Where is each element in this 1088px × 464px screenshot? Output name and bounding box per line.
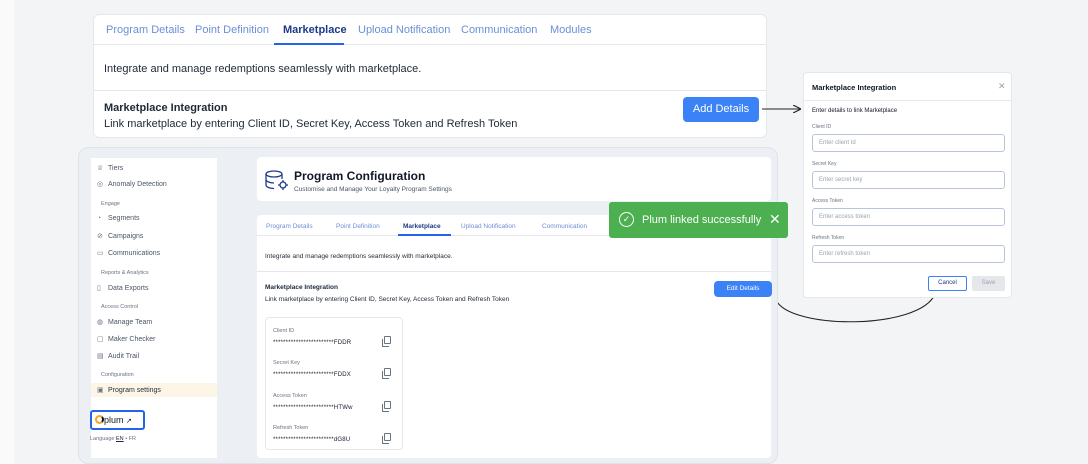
- plum-brand-link[interactable]: plum ↗: [90, 410, 145, 430]
- cancel-button[interactable]: Cancel: [928, 276, 967, 291]
- access-token-value: ************************HTWw: [273, 405, 353, 411]
- inner-divider: [257, 271, 771, 272]
- trophy-icon: ♕: [97, 165, 104, 172]
- inner-tab-program-details[interactable]: Program Details: [266, 223, 313, 230]
- modal-divider: [804, 100, 1011, 101]
- page-subtitle: Customise and Manage Your Loyalty Progra…: [294, 186, 452, 193]
- sidebar-item-audit-trail[interactable]: ▤ Audit Trail: [97, 352, 139, 360]
- secret-key-label: Secret Key: [273, 360, 300, 366]
- sidebar-group-engage: Engage: [101, 201, 120, 207]
- modal-description: Enter details to link Marketplace: [812, 108, 898, 114]
- sidebar-item-manage-team[interactable]: ◍ Manage Team: [97, 318, 152, 326]
- sidebar-item-anomaly-detection[interactable]: ◎ Anomaly Detection: [97, 180, 167, 188]
- sidebar-item-tiers[interactable]: ♕ Tiers: [97, 164, 123, 172]
- toast-message: Plum linked successfully: [642, 214, 762, 226]
- client-id-field-label: Client ID: [812, 124, 832, 130]
- inner-tab-communication[interactable]: Communication: [542, 223, 587, 230]
- modal-title: Marketplace Integration: [812, 83, 897, 92]
- sidebar-group-configuration: Configuration: [101, 372, 134, 378]
- inner-tab-upload-notification[interactable]: Upload Notification: [461, 223, 516, 230]
- refresh-token-label: Refresh Token: [273, 425, 309, 431]
- credentials-box: Client ID ************************FDDR S…: [265, 317, 403, 450]
- refresh-token-field-label: Refresh Token: [812, 235, 845, 241]
- chat-icon: ▭: [97, 250, 104, 257]
- inner-section-subtitle: Link marketplace by entering Client ID, …: [265, 296, 510, 303]
- sidebar-group-reports: Reports & Analytics: [101, 270, 149, 276]
- sidebar-item-segments[interactable]: ◔ Segments: [97, 215, 140, 222]
- audit-icon: ▤: [97, 353, 104, 360]
- sidebar-item-communications[interactable]: ▭ Communications: [97, 249, 160, 257]
- marketplace-card: Program Details Point Definition Marketp…: [257, 215, 772, 458]
- save-button[interactable]: Save: [972, 276, 1005, 291]
- copy-client-id-icon[interactable]: [382, 336, 391, 347]
- megaphone-icon: ⊘: [97, 233, 103, 240]
- secret-key-input[interactable]: Enter secret key: [812, 171, 1005, 189]
- copy-refresh-token-icon[interactable]: [382, 433, 391, 444]
- modal-close-icon[interactable]: ✕: [998, 81, 1006, 92]
- language-en[interactable]: EN: [116, 436, 124, 442]
- segments-icon: ◔: [97, 215, 102, 222]
- access-token-input[interactable]: Enter access token: [812, 208, 1005, 226]
- inner-section-title: Marketplace Integration: [265, 284, 338, 291]
- secret-key-value: ************************FDDX: [273, 372, 351, 378]
- sidebar-item-maker-checker[interactable]: ▢ Maker Checker: [97, 335, 155, 343]
- client-id-value: ************************FDDR: [273, 340, 352, 346]
- access-token-field-label: Access Token: [812, 198, 843, 204]
- file-icon: ▯: [97, 285, 101, 292]
- external-link-icon: ↗: [126, 418, 132, 425]
- copy-secret-key-icon[interactable]: [382, 368, 391, 379]
- sidebar-item-program-settings[interactable]: ▣ Program settings: [91, 383, 217, 397]
- sidebar-item-data-exports[interactable]: ▯ Data Exports: [97, 284, 148, 292]
- sidebar-item-campaigns[interactable]: ⊘ Campaigns: [97, 232, 143, 240]
- plum-logo-icon: [95, 415, 104, 424]
- page-title: Program Configuration: [294, 169, 426, 183]
- inner-tab-marketplace[interactable]: Marketplace: [403, 223, 441, 230]
- page-header: Program Configuration Customise and Mana…: [257, 157, 771, 201]
- check-circle-icon: ✓: [619, 212, 634, 227]
- refresh-token-input[interactable]: Enter refresh token: [812, 245, 1005, 263]
- inner-intro-text: Integrate and manage redemptions seamles…: [265, 253, 453, 260]
- sidebar-group-access-control: Access Control: [101, 304, 138, 310]
- team-icon: ◍: [97, 319, 104, 326]
- client-id-input[interactable]: Enter client Id: [812, 134, 1005, 152]
- inner-active-tab-indicator: [398, 234, 451, 236]
- toast-close-icon[interactable]: ✕: [769, 211, 781, 228]
- inner-tab-point-definition[interactable]: Point Definition: [336, 223, 380, 230]
- copy-access-token-icon[interactable]: [382, 401, 391, 412]
- access-token-label: Access Token: [273, 393, 307, 399]
- language-switcher: Language EN • FR: [90, 436, 136, 442]
- checker-icon: ▢: [97, 336, 104, 343]
- database-gear-icon: [265, 170, 288, 190]
- secret-key-field-label: Secret Key: [812, 161, 837, 167]
- app-screen: ♕ Tiers ◎ Anomaly Detection Engage ◔ Segmen…: [78, 147, 778, 464]
- language-fr[interactable]: FR: [129, 436, 136, 442]
- marketplace-integration-modal: Marketplace Integration ✕ Enter details …: [803, 72, 1012, 298]
- refresh-token-value: ************************dG8U: [273, 437, 351, 443]
- client-id-label: Client ID: [273, 328, 295, 334]
- edit-details-button[interactable]: Edit Details: [714, 281, 772, 297]
- settings-icon: ▣: [97, 387, 104, 394]
- radar-icon: ◎: [97, 181, 104, 188]
- success-toast: ✓ Plum linked successfully ✕: [609, 202, 788, 238]
